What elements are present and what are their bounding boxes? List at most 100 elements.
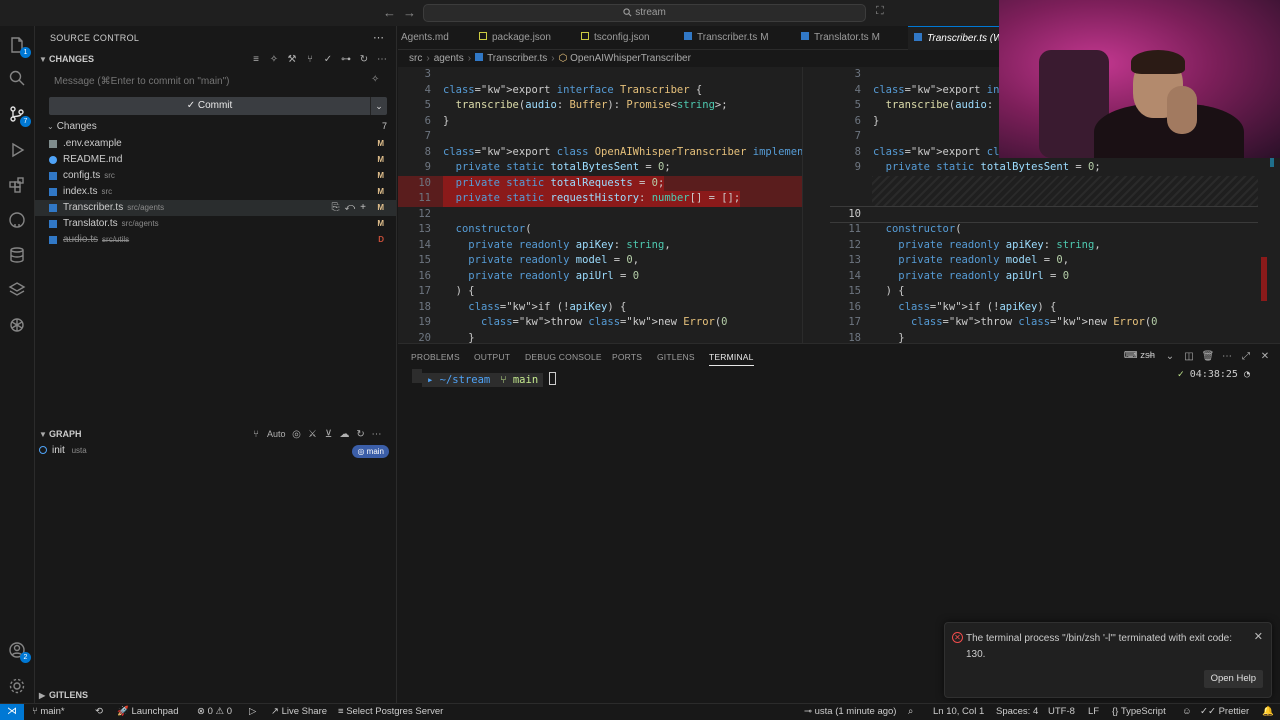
breadcrumb-agents[interactable]: agents [434, 53, 464, 64]
breadcrumb-file[interactable]: Transcriber.ts [487, 53, 547, 64]
changed-file-row[interactable]: README.md M [35, 152, 396, 168]
editor-tab[interactable]: Agents.md [401, 26, 449, 50]
sync-icon[interactable]: ⟲ [95, 704, 103, 720]
code-text: private static totalRequests = 0; [443, 175, 665, 191]
magic-wand-icon[interactable]: ⚒ [287, 53, 297, 65]
open-help-button[interactable]: Open Help [1203, 670, 1263, 688]
terminal-prompt[interactable]: ▸ ~/stream ⑂ main [412, 369, 557, 387]
branch-icon[interactable]: ⑂ [251, 428, 261, 440]
view-list-icon[interactable]: ≡ [251, 53, 261, 65]
more-icon[interactable]: ⋯ [377, 53, 387, 65]
graph-icon[interactable]: ⊶ [341, 53, 351, 65]
changed-file-row[interactable]: config.ts src M [35, 168, 396, 184]
status-live-share[interactable]: ↗ Live Share [271, 704, 327, 720]
run-debug-icon[interactable] [7, 140, 27, 160]
changes-section-header[interactable]: ▼ CHANGES [39, 54, 94, 64]
search-activity-icon[interactable] [7, 68, 27, 88]
refresh-icon[interactable]: ↻ [356, 428, 366, 440]
add-terminal-icon[interactable]: + [1146, 350, 1156, 362]
commit-dropdown-button[interactable]: ⌄ [370, 97, 387, 115]
compare-icon[interactable]: ⊻ [324, 428, 334, 440]
discard-icon[interactable]: ↶ [344, 202, 360, 213]
gitlens-section-header[interactable]: ▶ GITLENS [39, 690, 88, 700]
status-postgres[interactable]: ≡ Select Postgres Server [338, 704, 443, 720]
changed-file-row[interactable]: index.ts src M [35, 184, 396, 200]
graph-commit-row[interactable]: init usta ◎ main [39, 445, 389, 459]
accounts-icon[interactable]: 2 [7, 640, 31, 663]
status-encoding[interactable]: UTF-8 [1048, 704, 1075, 720]
status-branch[interactable]: ⑂ main* [32, 704, 65, 720]
openai-icon[interactable] [7, 315, 27, 335]
database-icon[interactable] [7, 245, 27, 265]
source-control-icon[interactable]: 7 [7, 104, 31, 127]
changed-file-row[interactable]: .env.example M [35, 136, 396, 152]
editor-tab[interactable]: Transcriber.ts M [684, 26, 769, 50]
remote-icon[interactable]: ⋊ [0, 704, 24, 720]
settings-gear-icon[interactable] [7, 676, 27, 696]
maximize-panel-icon[interactable]: ⤢ [1241, 350, 1251, 362]
sparkle-icon[interactable]: ✧ [269, 53, 279, 65]
filter-icon[interactable]: ⚔ [308, 428, 318, 440]
status-problems[interactable]: ⊗ 0 ⚠ 0 [197, 704, 232, 720]
panel-tab-ports[interactable]: PORTS [612, 352, 642, 362]
changed-file-row[interactable]: audio.ts src/utils D [35, 232, 396, 248]
diff-original-pane[interactable]: 3 4 class="kw">export interface Transcribe… [398, 67, 802, 343]
panel-tab-terminal[interactable]: TERMINAL [709, 352, 754, 366]
commit-button[interactable]: ✓ Commit [49, 97, 370, 115]
command-center-search[interactable]: stream [423, 4, 866, 22]
open-file-icon[interactable]: ⎘ [331, 202, 344, 213]
copilot-icon[interactable]: ⛶ [876, 5, 884, 18]
auto-label[interactable]: Auto [267, 428, 286, 440]
panel-tab-gitlens[interactable]: GITLENS [657, 352, 695, 362]
more-icon[interactable]: ⋯ [372, 428, 382, 440]
close-notification-icon[interactable]: ✕ [1254, 630, 1263, 643]
code-line: 15 ) { [830, 284, 1258, 300]
forward-arrow-icon[interactable]: → [403, 5, 416, 20]
editor-tab[interactable]: tsconfig.json [581, 26, 650, 50]
editor-tab[interactable]: package.json [479, 26, 551, 50]
status-language[interactable]: {} TypeScript [1112, 704, 1166, 720]
split-terminal-icon[interactable]: ◫ [1184, 350, 1194, 362]
more-actions-icon[interactable]: ⋯ [373, 31, 384, 44]
status-position[interactable]: Ln 10, Col 1 [933, 704, 984, 720]
chevron-down-icon[interactable]: ⌄ [1165, 350, 1175, 362]
trash-icon[interactable]: 🗑 [1202, 350, 1215, 362]
explorer-icon[interactable]: 1 [7, 35, 31, 58]
panel-tab-output[interactable]: OUTPUT [474, 352, 510, 362]
status-blame[interactable]: ⊸ usta (1 minute ago) [804, 704, 896, 720]
zoom-icon[interactable]: ⌕ [908, 704, 913, 720]
editor-tab[interactable]: Transcriber.ts (W [908, 26, 1008, 50]
changes-group[interactable]: ⌄ Changes 7 [47, 121, 387, 135]
more-icon[interactable]: ⋯ [1222, 350, 1232, 362]
graph-section-header[interactable]: ▼ GRAPH [39, 429, 82, 439]
status-launchpad[interactable]: 🚀 Launchpad [117, 704, 179, 720]
notifications-bell-icon[interactable]: 🔔 [1262, 704, 1274, 720]
refresh-icon[interactable]: ↻ [359, 53, 369, 65]
extensions-icon[interactable] [7, 175, 27, 195]
check-icon[interactable]: ✓ [323, 53, 333, 65]
run-icon[interactable]: ▷ [249, 704, 256, 720]
panel-tab-debug-console[interactable]: DEBUG CONSOLE [525, 352, 602, 362]
file-actions[interactable]: ⎘↶+ [331, 200, 371, 216]
back-arrow-icon[interactable]: ← [383, 5, 396, 20]
cloud-icon[interactable]: ☁ [340, 428, 350, 440]
editor-tab[interactable]: Translator.ts M [801, 26, 880, 50]
branch-icon[interactable]: ⑂ [305, 53, 315, 65]
layers-icon[interactable] [7, 280, 27, 300]
copilot-status-icon[interactable]: ☺ [1182, 704, 1192, 720]
breadcrumb-symbol[interactable]: OpenAIWhisperTranscriber [570, 53, 691, 64]
commit-message-input[interactable] [49, 71, 387, 91]
breadcrumb-src[interactable]: src [409, 53, 422, 64]
changed-file-row[interactable]: Transcriber.ts src/agents M ⎘↶+ [35, 200, 396, 216]
close-panel-icon[interactable]: ✕ [1260, 350, 1270, 362]
target-icon[interactable]: ◎ [292, 428, 302, 440]
github-icon[interactable] [7, 210, 27, 230]
stage-icon[interactable]: + [360, 202, 371, 213]
sparkle-generate-icon[interactable]: ✧ [371, 74, 379, 85]
changed-file-row[interactable]: Translator.ts src/agents M [35, 216, 396, 232]
code-line: 9 private static totalBytesSent = 0; [830, 160, 1258, 176]
panel-tab-problems[interactable]: PROBLEMS [411, 352, 460, 362]
status-eol[interactable]: LF [1088, 704, 1099, 720]
status-spaces[interactable]: Spaces: 4 [996, 704, 1038, 720]
status-prettier[interactable]: ✓✓ Prettier [1200, 704, 1249, 720]
